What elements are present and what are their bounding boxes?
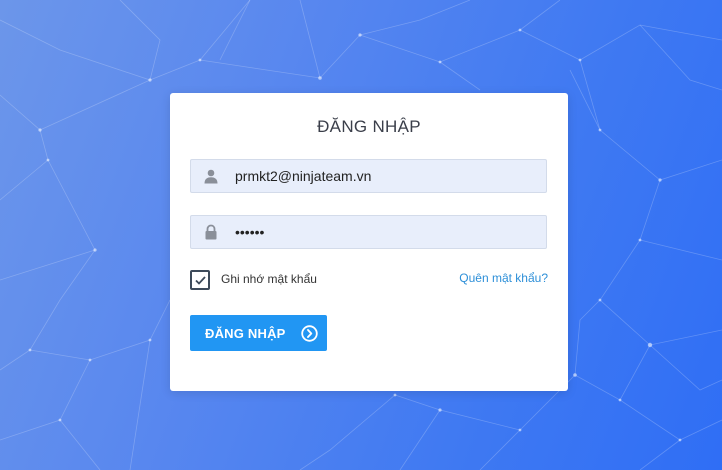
chevron-circle-right-icon [300, 324, 318, 342]
remember-me-label: Ghi nhớ mật khẩu [221, 271, 317, 286]
login-title: ĐĂNG NHẬP [317, 117, 421, 136]
password-input[interactable] [235, 216, 535, 248]
password-field-container[interactable] [190, 215, 547, 249]
email-field-container[interactable] [190, 159, 547, 193]
check-icon [194, 275, 206, 285]
login-button[interactable]: ĐĂNG NHẬP [190, 315, 327, 351]
login-button-label: ĐĂNG NHẬP [205, 325, 286, 341]
forgot-password-link[interactable]: Quên mật khẩu? [459, 271, 548, 285]
login-card: ĐĂNG NHẬP Ghi nhớ mật khẩu Quên mật khẩu… [170, 93, 568, 391]
user-icon [204, 169, 218, 184]
checkbox-box[interactable] [190, 270, 210, 290]
email-input[interactable] [235, 160, 535, 192]
remember-me-checkbox[interactable]: Ghi nhớ mật khẩu [190, 270, 317, 290]
lock-icon [205, 224, 217, 240]
